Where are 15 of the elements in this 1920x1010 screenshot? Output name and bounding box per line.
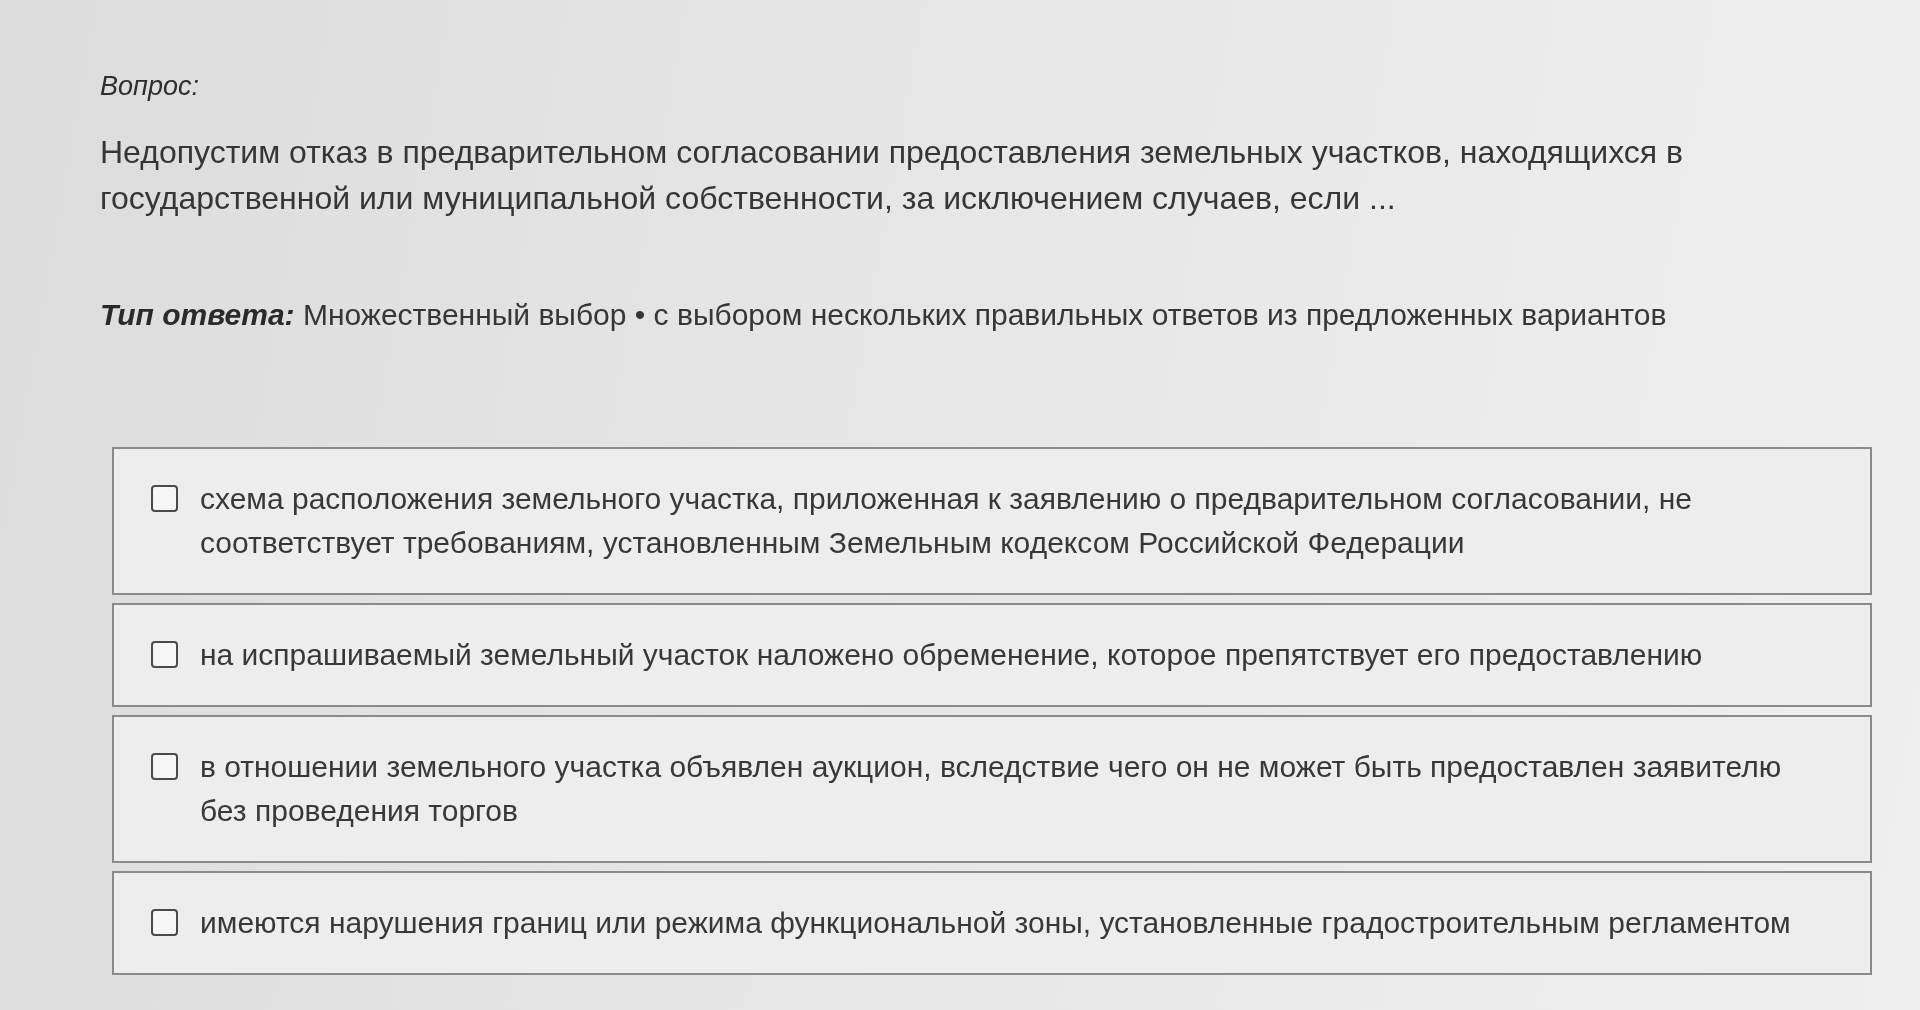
checkbox[interactable] <box>151 485 178 512</box>
question-text: Недопустим отказ в предварительном согласовании предоставления земельных участков, находящихся в государственной или муниципальной собственности, за исключением случаев, если ... <box>100 133 1684 218</box>
answer-option[interactable]: на испрашиваемый земельный участок наложено обременение, которое препятствует его предоставлению <box>112 603 1872 707</box>
option-text: на испрашиваемый земельный участок наложено обременение, которое препятствует его предоставлению <box>200 637 1703 673</box>
question-label: Вопрос: <box>100 70 199 103</box>
checkbox[interactable] <box>151 909 178 936</box>
checkbox[interactable] <box>151 753 178 780</box>
option-text: имеются нарушения границ или режима функциональной зоны, установленные градостроительным регламентом <box>200 905 1791 941</box>
answer-option[interactable]: схема расположения земельного участка, приложенная к заявлению о предварительном согласовании, не соответствует требованиям, установленным Земельным кодексом Российской Федерации <box>112 447 1872 595</box>
option-text: схема расположения земельного участка, приложенная к заявлению о предварительном согласовании, не соответствует требованиям, установленным Земельным кодексом Российской Федерации <box>200 481 1693 561</box>
checkbox[interactable] <box>151 641 178 668</box>
option-text: в отношении земельного участка объявлен аукцион, вследствие чего он не может быть предоставлен заявителю без проведения торгов <box>200 749 1783 829</box>
answer-option[interactable]: имеются нарушения границ или режима функциональной зоны, установленные градостроительным регламентом <box>112 871 1872 975</box>
answer-type-text: Тип ответа: Множественный выбор • с выбором нескольких правильных ответов из предложенных вариантов <box>100 297 1667 333</box>
answer-option[interactable]: в отношении земельного участка объявлен аукцион, вследствие чего он не может быть предоставлен заявителю без проведения торгов <box>112 715 1872 863</box>
